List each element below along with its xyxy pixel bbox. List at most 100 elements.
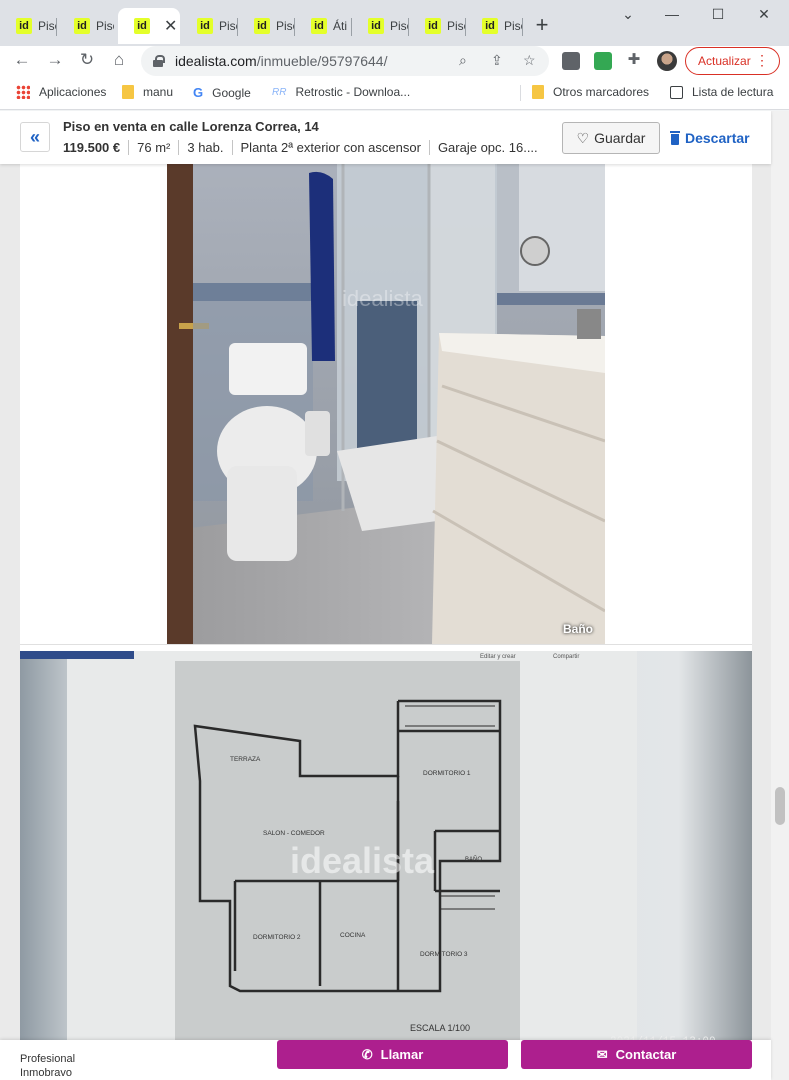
update-button[interactable]: Actualizar ⋮ <box>685 47 780 75</box>
plan-room-label: TERRAZA <box>230 756 261 763</box>
photo-card: idealista Baño <box>20 111 752 645</box>
bookmark-label: Google <box>212 85 251 100</box>
phone-icon: ✆ <box>361 1046 373 1062</box>
maximize-icon[interactable]: ☐ <box>706 6 730 23</box>
tab-label: Piso <box>447 19 465 33</box>
new-tab-icon[interactable]: + <box>532 12 552 38</box>
watermark-text: idealista <box>342 286 423 311</box>
share-icon[interactable]: ⇪ <box>491 52 503 69</box>
forward-icon[interactable]: → <box>43 50 67 70</box>
extension-icon[interactable] <box>562 52 580 70</box>
floorplan-image: Editar y crear Compartir TERRAZA DORMITO… <box>20 651 752 1051</box>
bookmark-apps[interactable]: Aplicaciones <box>16 85 106 99</box>
floorplan-photo[interactable]: Editar y crear Compartir TERRAZA DORMITO… <box>20 651 752 1051</box>
plan-room-label: DORMITORIO 3 <box>420 951 468 958</box>
browser-tab[interactable]: id Piso <box>409 8 466 44</box>
extension-icon[interactable] <box>594 52 612 70</box>
update-label: Actualizar <box>698 54 751 68</box>
close-tab-icon[interactable]: ✕ <box>164 16 177 36</box>
reload-icon[interactable]: ↻ <box>75 50 99 70</box>
bookmark-label: Aplicaciones <box>39 85 107 99</box>
back-icon[interactable]: ← <box>10 50 34 70</box>
retrostic-icon: RR <box>272 86 287 98</box>
tab-label: Piso <box>96 19 114 33</box>
reading-list-icon <box>670 85 683 99</box>
bookmark-label: Otros marcadores <box>553 85 650 99</box>
listing-sticky-header: « Piso en venta en calle Lorenza Correa,… <box>0 111 771 164</box>
idealista-favicon-icon: id <box>425 18 441 34</box>
idealista-favicon-icon: id <box>254 18 270 34</box>
contact-footer: Profesional Inmobravo ✆ Llamar ✉ Contact… <box>0 1040 771 1080</box>
idealista-favicon-icon: id <box>74 18 90 34</box>
browser-tab[interactable]: id Piso <box>238 8 295 44</box>
url-path: /inmueble/95797644/ <box>256 53 388 69</box>
address-bar[interactable]: idealista.com/inmueble/95797644/ ⌕ ⇪ ☆ <box>141 46 549 76</box>
bookmark-reading-list[interactable]: Lista de lectura <box>670 85 773 99</box>
bathroom-photo[interactable]: idealista Baño <box>167 111 605 644</box>
call-button[interactable]: ✆ Llamar <box>277 1040 508 1069</box>
browser-tab[interactable]: id Áti <box>295 8 352 44</box>
trash-icon <box>670 130 680 145</box>
save-label: Guardar <box>594 130 646 146</box>
bookmark-other[interactable]: Otros marcadores <box>532 85 649 99</box>
listing-title[interactable]: Piso en venta en calle Lorenza Correa, 1… <box>63 119 319 134</box>
listing-rooms: 3 hab. <box>178 140 231 155</box>
bookmark-label: Lista de lectura <box>692 85 774 99</box>
listing-area: 76 m² <box>128 140 178 155</box>
scrollbar-thumb[interactable] <box>775 787 785 825</box>
tab-label: Piso <box>38 19 56 33</box>
discard-button[interactable]: Descartar <box>670 122 750 154</box>
idealista-favicon-icon: id <box>197 18 213 34</box>
agent-name: Inmobravo <box>20 1067 72 1079</box>
browser-tab-active[interactable]: id ✕ <box>118 8 180 44</box>
gallery-content: idealista Baño Editar y crear Compartir <box>20 111 752 1080</box>
bookmark-google[interactable]: G Google <box>193 85 251 100</box>
browser-tab[interactable]: id Piso <box>58 8 115 44</box>
agent-type: Profesional <box>20 1053 76 1065</box>
page-scrollbar[interactable] <box>771 111 789 1080</box>
bookmark-star-icon[interactable]: ☆ <box>523 52 536 69</box>
minimize-icon[interactable]: — <box>660 6 684 22</box>
plan-room-label: BAÑO <box>465 856 482 863</box>
folder-icon <box>532 85 544 99</box>
bookmark-manu[interactable]: manu <box>122 85 173 99</box>
tab-label: Piso <box>504 19 522 33</box>
pdf-toolbar-edit: Editar y crear <box>480 654 516 660</box>
bookmark-retrostic[interactable]: RR Retrostic - Downloa... <box>272 85 410 99</box>
browser-tab[interactable]: id Piso <box>466 8 523 44</box>
tab-search-icon[interactable]: ⌄ <box>616 6 640 23</box>
menu-dots-icon[interactable]: ⋮ <box>755 52 769 69</box>
listing-price: 119.500 € <box>63 140 121 155</box>
chat-icon: ✉ <box>596 1046 608 1062</box>
heart-icon: ♡ <box>576 129 590 146</box>
bookmark-label: manu <box>143 85 174 99</box>
extensions-puzzle-icon[interactable]: ✚ <box>622 50 646 68</box>
contact-label: Contactar <box>615 1047 677 1062</box>
watermark-text: idealista <box>290 840 435 881</box>
google-icon: G <box>193 85 204 100</box>
call-label: Llamar <box>380 1047 424 1062</box>
apps-grid-icon <box>16 85 30 99</box>
profile-avatar[interactable] <box>657 51 677 71</box>
page-viewport: idealista Baño Editar y crear Compartir <box>0 111 789 1080</box>
save-button[interactable]: ♡ Guardar <box>562 122 660 154</box>
tab-label: Piso <box>276 19 294 33</box>
idealista-favicon-icon: id <box>16 18 32 34</box>
lock-icon[interactable] <box>153 55 165 67</box>
home-icon[interactable]: ⌂ <box>107 50 131 70</box>
collapse-back-button[interactable]: « <box>20 122 50 152</box>
plan-room-label: DORMITORIO 1 <box>423 770 471 777</box>
close-window-icon[interactable]: ✕ <box>752 6 776 23</box>
idealista-favicon-icon: id <box>311 18 327 34</box>
idealista-favicon-icon: id <box>134 18 150 34</box>
photo-caption: Baño <box>563 622 593 636</box>
listing-garage: Garaje opc. 16.... <box>428 140 546 155</box>
browser-tab[interactable]: id Piso <box>181 8 238 44</box>
browser-tab[interactable]: id Piso <box>352 8 409 44</box>
browser-tab[interactable]: id Piso <box>0 8 57 44</box>
tab-strip: id Piso id Piso id ✕ id Piso id Piso id … <box>0 0 789 46</box>
idealista-favicon-icon: id <box>368 18 384 34</box>
zoom-search-icon[interactable]: ⌕ <box>459 52 467 69</box>
agent-info: Profesional Inmobravo <box>20 1052 75 1080</box>
contact-button[interactable]: ✉ Contactar <box>521 1040 752 1069</box>
